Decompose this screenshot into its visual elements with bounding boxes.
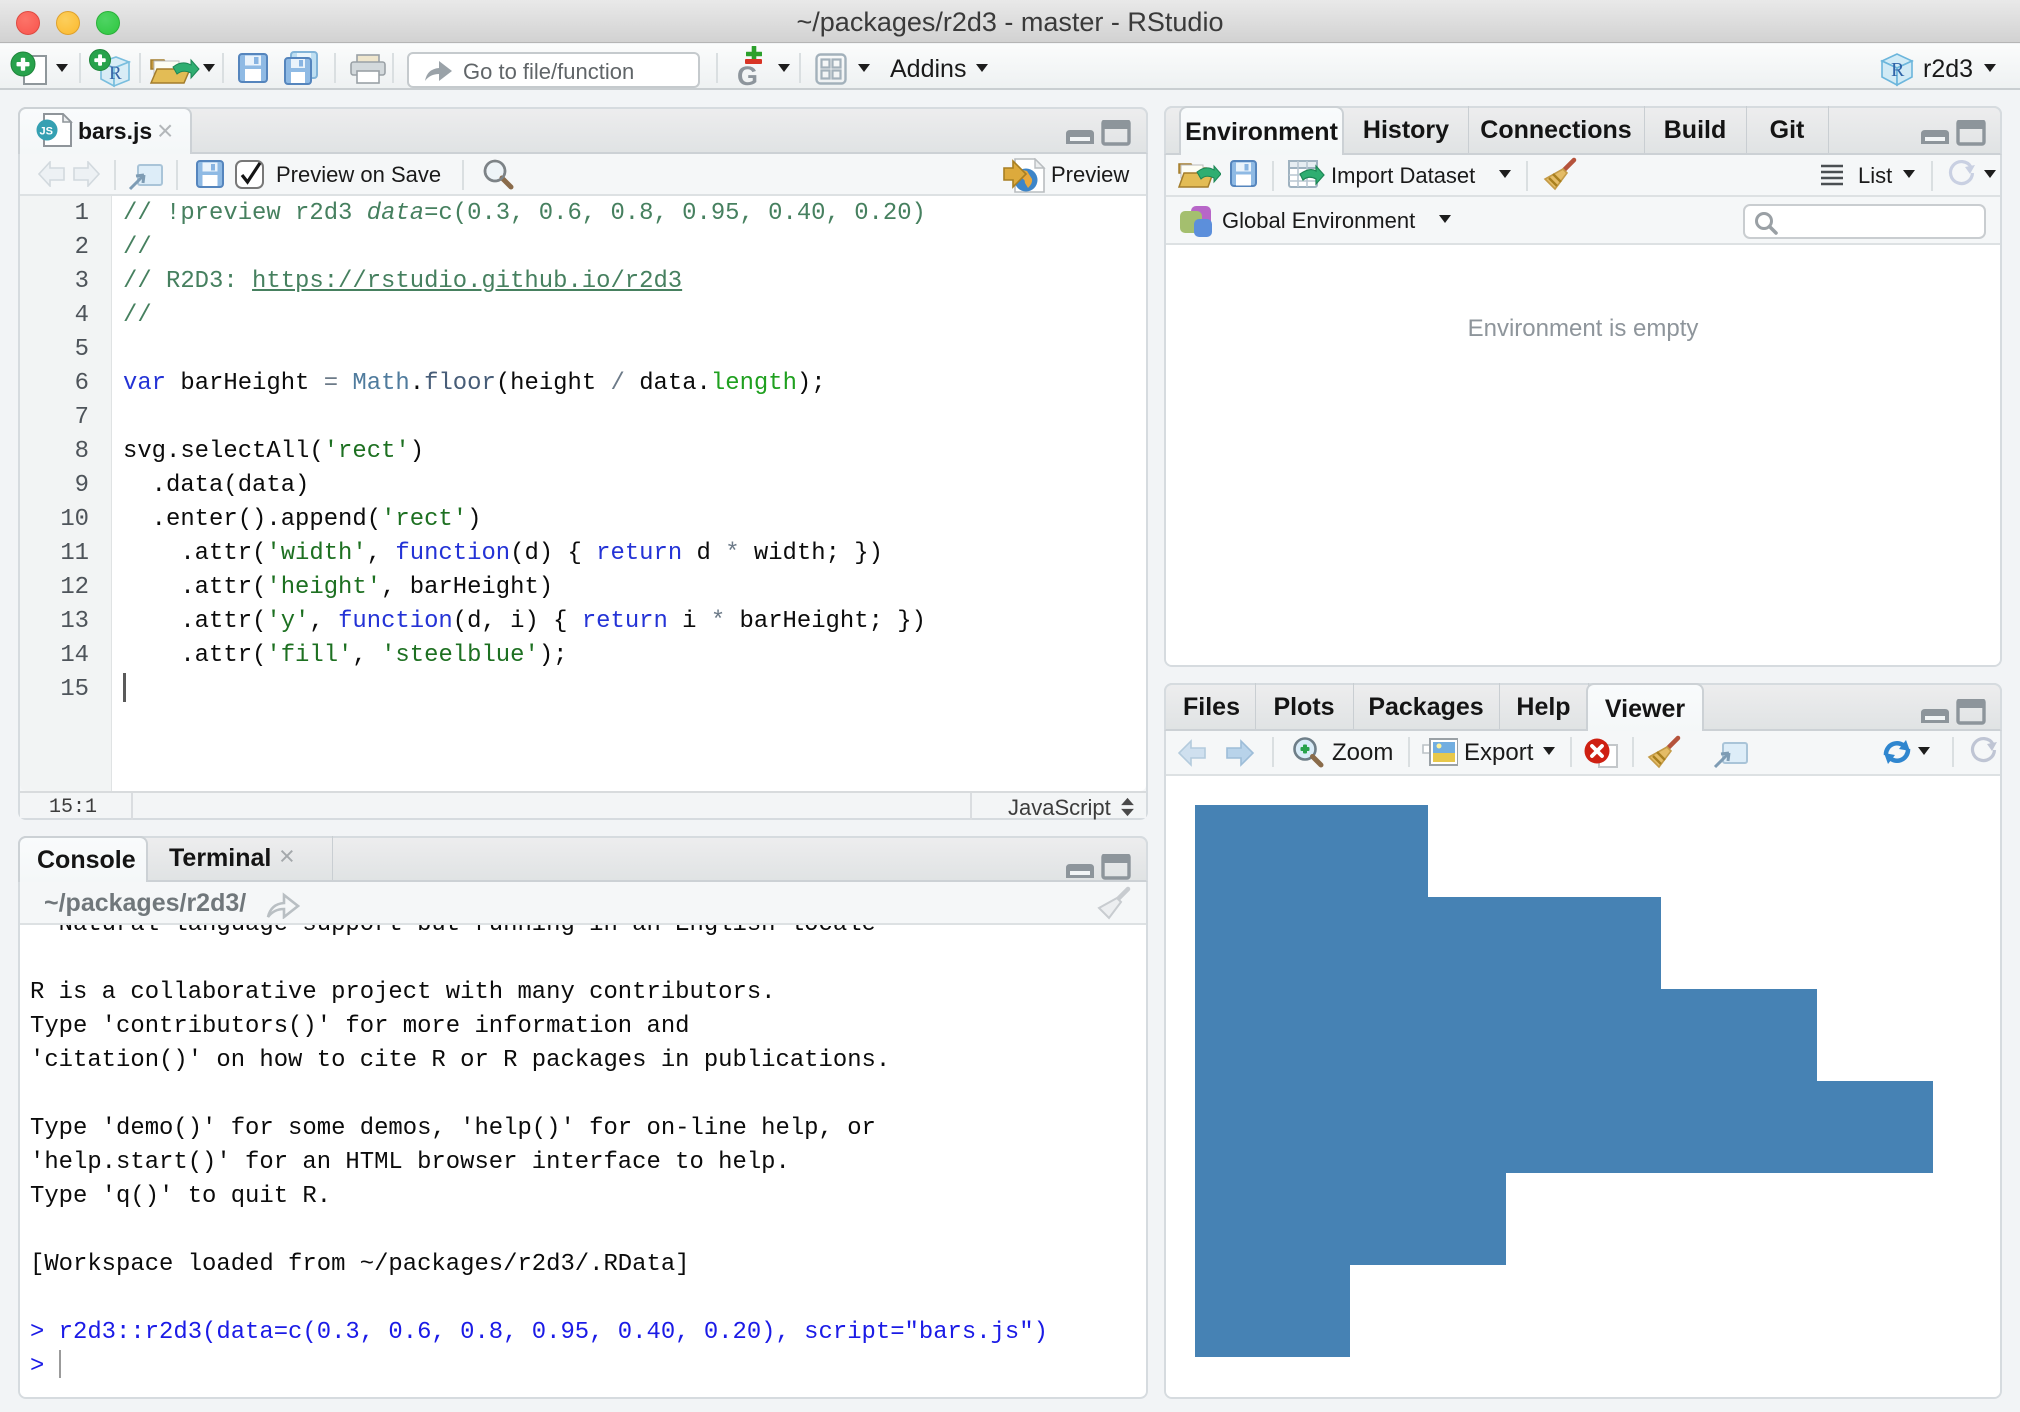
svg-text:R: R	[109, 63, 122, 84]
svg-text:JS: JS	[40, 126, 53, 138]
svg-text:R: R	[1891, 59, 1905, 81]
